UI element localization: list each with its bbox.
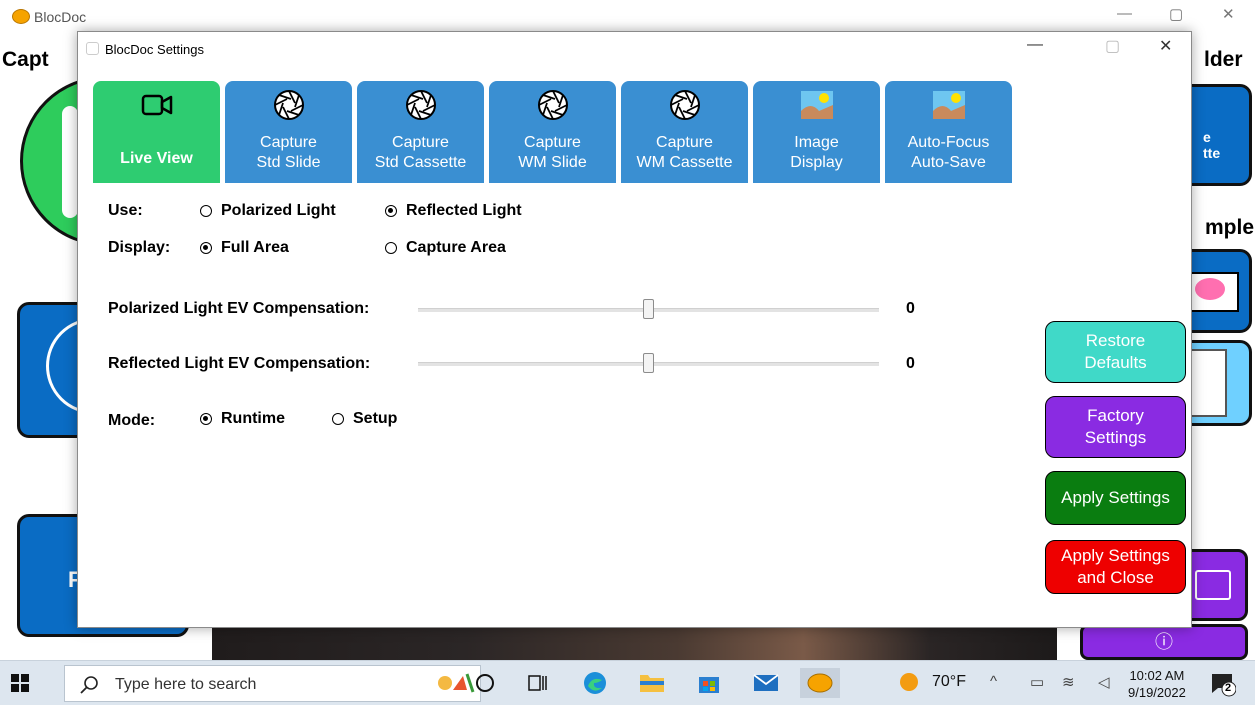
tab-label: Capture Std Slide [256, 134, 321, 171]
use-reflected-light-radio[interactable]: Reflected Light [385, 202, 522, 220]
app-logo-icon [12, 9, 30, 24]
tab-label: Capture WM Slide [518, 134, 587, 171]
aperture-icon [669, 90, 700, 120]
display-capture-area-radio[interactable]: Capture Area [385, 239, 506, 257]
reflected-ev-slider-thumb[interactable] [642, 353, 654, 373]
tab-label: Auto-Focus Auto-Save [907, 134, 990, 171]
polarized-ev-value: 0 [906, 300, 915, 317]
dialog-maximize-button[interactable]: ▢ [1105, 36, 1120, 56]
clock-date: 9/19/2022 [1128, 685, 1186, 700]
app-heading-right: lder [1204, 48, 1243, 71]
taskbar-search-box[interactable]: Type here to search [64, 665, 481, 702]
info-button[interactable]: ⓘ [1080, 624, 1248, 660]
mail-icon[interactable] [751, 668, 781, 698]
search-placeholder: Type here to search [115, 676, 257, 693]
tray-chevron-up-icon[interactable]: ^ [990, 673, 997, 690]
aperture-icon [537, 90, 568, 120]
notification-count: 2 [1225, 682, 1232, 694]
app-maximize-button[interactable]: ▢ [1169, 5, 1183, 23]
radio-checked-icon [200, 242, 212, 254]
picture-icon [932, 91, 965, 119]
dialog-app-icon [86, 42, 99, 55]
app-heading-right-2: mple [1205, 216, 1255, 239]
aperture-icon [405, 90, 436, 120]
search-icon [80, 676, 98, 694]
sun-icon [900, 673, 918, 691]
tab-capture-std-slide[interactable]: Capture Std Slide [225, 81, 352, 183]
settings-dialog: BlocDoc Settings — ▢ ✕ Live View Capture… [77, 31, 1192, 628]
live-view-bar-icon [62, 106, 78, 218]
aperture-icon [273, 90, 304, 120]
notification-center-icon[interactable]: 2 [1210, 671, 1237, 697]
info-icon: ⓘ [1155, 632, 1173, 652]
dialog-title: BlocDoc Settings [105, 42, 204, 57]
app-close-button[interactable]: ✕ [1222, 5, 1235, 23]
app-heading-left: Capt [2, 48, 49, 71]
display-full-area-radio[interactable]: Full Area [200, 239, 289, 257]
tab-label: Capture Std Cassette [374, 134, 467, 171]
tab-label: Image Display [790, 134, 843, 171]
tab-image-display[interactable]: Image Display [753, 81, 880, 183]
dialog-minimize-button[interactable]: — [1027, 36, 1043, 54]
volume-icon[interactable]: ◁ [1098, 673, 1110, 691]
tab-capture-std-cassette[interactable]: Capture Std Cassette [357, 81, 484, 183]
radio-unchecked-icon [332, 413, 344, 425]
use-polarized-light-radio[interactable]: Polarized Light [200, 202, 336, 220]
dialog-close-button[interactable]: ✕ [1159, 36, 1172, 56]
clock-time: 10:02 AM [1129, 668, 1185, 683]
edge-browser-icon[interactable] [580, 668, 610, 698]
restore-defaults-button[interactable]: Restore Defaults [1045, 321, 1186, 383]
picture-icon [800, 91, 833, 119]
mode-setup-radio[interactable]: Setup [332, 410, 397, 428]
task-view-icon[interactable] [522, 668, 552, 698]
apply-settings-and-close-button[interactable]: Apply Settings and Close [1045, 540, 1186, 594]
factory-settings-button[interactable]: Factory Settings [1045, 396, 1186, 458]
windows-start-icon[interactable] [10, 673, 30, 693]
use-label: Use: [108, 202, 143, 219]
radio-unchecked-icon [200, 205, 212, 217]
app-titlebar: BlocDoc — ▢ ✕ [0, 0, 1255, 32]
blocdoc-taskbar-icon[interactable] [800, 668, 840, 698]
taskbar: Type here to search 70°F ^ ▭ ≋ ◁ 10:02 A… [0, 660, 1255, 705]
cortana-icon[interactable] [470, 668, 500, 698]
polarized-ev-slider-thumb[interactable] [642, 299, 654, 319]
taskbar-clock[interactable]: 10:02 AM 9/19/2022 [1128, 667, 1186, 701]
reflected-ev-value: 0 [906, 355, 915, 372]
file-explorer-icon[interactable] [637, 668, 667, 698]
mode-label: Mode: [108, 412, 156, 429]
radio-checked-icon [385, 205, 397, 217]
radio-checked-icon [200, 413, 212, 425]
tab-capture-wm-cassette[interactable]: Capture WM Cassette [621, 81, 748, 183]
tray-device-icon[interactable]: ▭ [1030, 673, 1044, 691]
wifi-icon[interactable]: ≋ [1062, 673, 1075, 691]
reflected-ev-label: Reflected Light EV Compensation: [108, 355, 371, 372]
tab-live-view[interactable]: Live View [93, 81, 220, 183]
mode-runtime-radio[interactable]: Runtime [200, 410, 285, 428]
video-camera-icon [141, 94, 172, 116]
store-icon[interactable] [694, 668, 724, 698]
weather-widget[interactable]: 70°F [900, 673, 966, 691]
radio-unchecked-icon [385, 242, 397, 254]
tab-capture-wm-slide[interactable]: Capture WM Slide [489, 81, 616, 183]
tab-label: Capture WM Cassette [636, 134, 733, 171]
app-minimize-button[interactable]: — [1117, 5, 1132, 22]
app-title: BlocDoc [34, 9, 87, 25]
polarized-ev-label: Polarized Light EV Compensation: [108, 300, 370, 317]
display-label: Display: [108, 239, 171, 256]
tab-label: Live View [120, 150, 193, 167]
tile-right-top-label: e tte [1203, 129, 1221, 161]
tab-auto-focus-auto-save[interactable]: Auto-Focus Auto-Save [885, 81, 1012, 183]
apply-settings-button[interactable]: Apply Settings [1045, 471, 1186, 525]
